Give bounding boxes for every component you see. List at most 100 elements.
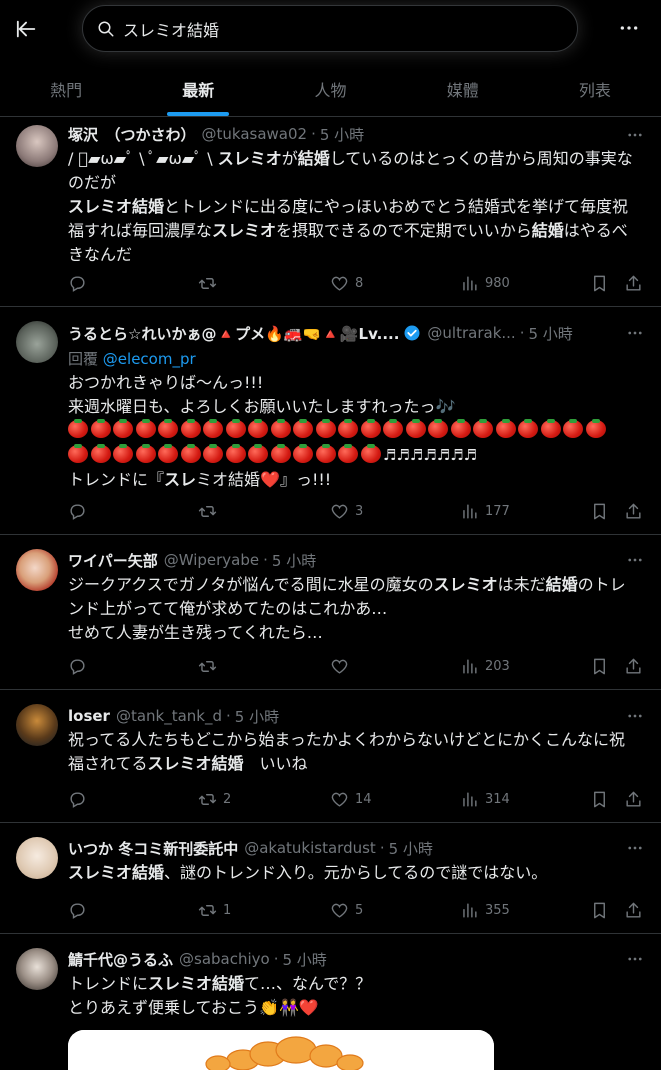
separator-dot: · xyxy=(273,950,279,968)
more-icon[interactable] xyxy=(625,706,645,726)
timestamp[interactable]: 5 小時 xyxy=(283,949,327,970)
reply-button[interactable] xyxy=(68,899,93,921)
avatar[interactable] xyxy=(16,549,58,591)
views-icon xyxy=(463,503,477,519)
tab-latest[interactable]: 最新 xyxy=(132,62,264,116)
views-icon xyxy=(463,658,477,674)
display-name[interactable]: いつか 冬コミ新刊委託中 xyxy=(68,838,238,859)
bookmark-button[interactable] xyxy=(590,655,609,677)
tweet[interactable]: 塚沢 （つかさわ） @tukasawa02 · 5 小時 / ﾟ▰ω▰ﾟ \ ﾟ… xyxy=(0,117,661,307)
tab-lists[interactable]: 列表 xyxy=(529,62,661,116)
retweet-button[interactable]: 2 xyxy=(198,788,231,810)
bookmark-icon xyxy=(594,902,605,918)
more-icon[interactable] xyxy=(625,125,645,145)
reply-button[interactable] xyxy=(68,272,93,294)
views-button[interactable]: 314 xyxy=(460,788,510,810)
tweet[interactable]: 鯖千代@うるふ @sabachiyo · 5 小時 トレンドにスレミオ結婚て…、… xyxy=(0,934,661,1070)
avatar[interactable] xyxy=(16,125,58,167)
views-button[interactable]: 177 xyxy=(460,500,510,522)
share-button[interactable] xyxy=(624,500,643,522)
like-icon xyxy=(331,504,348,519)
share-button[interactable] xyxy=(624,899,643,921)
reply-mention-link[interactable]: @elecom_pr xyxy=(103,350,196,368)
back-arrow-icon[interactable] xyxy=(14,16,40,42)
search-icon xyxy=(98,21,114,36)
retweet-button[interactable]: 1 xyxy=(198,899,231,921)
timestamp[interactable]: 5 小時 xyxy=(320,124,364,145)
avatar[interactable] xyxy=(16,837,58,879)
like-button[interactable]: 5 xyxy=(330,899,363,921)
display-name[interactable]: ワイパー矢部 xyxy=(68,550,158,571)
reply-button[interactable] xyxy=(68,655,93,677)
avatar[interactable] xyxy=(16,321,58,363)
tweet[interactable]: うるとら☆れいかぁ@🔺プメ🔥🚒🤜🔺🎥Lv.... @ultrarak... · … xyxy=(0,307,661,535)
display-name[interactable]: 鯖千代@うるふ xyxy=(68,949,173,970)
retweet-icon xyxy=(198,904,217,916)
timestamp[interactable]: 5 小時 xyxy=(389,838,433,859)
display-name[interactable]: loser xyxy=(68,707,110,725)
retweet-button[interactable] xyxy=(198,500,223,522)
like-button[interactable] xyxy=(330,655,355,677)
like-icon xyxy=(331,903,348,918)
reply-button[interactable] xyxy=(68,788,93,810)
tweet-actions: 3 177 xyxy=(68,500,646,522)
tweet-text: ジークアクスでガノタが悩んでる間に水星の魔女のスレミオは未だ結婚のトレンド上がっ… xyxy=(68,575,626,642)
search-input[interactable] xyxy=(123,19,543,38)
user-handle[interactable]: @tank_tank_d xyxy=(116,707,222,725)
views-button[interactable]: 980 xyxy=(460,272,510,294)
like-button[interactable]: 8 xyxy=(330,272,363,294)
bookmark-icon xyxy=(594,503,605,519)
tweet-header: いつか 冬コミ新刊委託中 @akatukistardust · 5 小時 xyxy=(68,837,645,859)
bookmark-button[interactable] xyxy=(590,272,609,294)
more-icon[interactable] xyxy=(625,949,645,969)
tweet-media-image[interactable] xyxy=(68,1030,494,1070)
tweet[interactable]: loser @tank_tank_d · 5 小時 祝ってる人たちもどこから始ま… xyxy=(0,690,661,823)
search-bar[interactable] xyxy=(82,5,578,52)
user-handle[interactable]: @ultrarak... xyxy=(427,324,515,342)
avatar[interactable] xyxy=(16,948,58,990)
retweet-button[interactable] xyxy=(198,655,223,677)
tweet-actions: 8 980 xyxy=(68,272,646,294)
bookmark-button[interactable] xyxy=(590,899,609,921)
like-button[interactable]: 14 xyxy=(330,788,372,810)
user-handle[interactable]: @tukasawa02 xyxy=(202,125,308,143)
share-button[interactable] xyxy=(624,788,643,810)
more-icon[interactable] xyxy=(619,18,639,38)
retweet-button[interactable] xyxy=(198,272,223,294)
tweet[interactable]: ワイパー矢部 @Wiperyabe · 5 小時 ジークアクスでガノタが悩んでる… xyxy=(0,535,661,690)
share-icon xyxy=(626,791,641,807)
share-button[interactable] xyxy=(624,655,643,677)
views-button[interactable]: 203 xyxy=(460,655,510,677)
user-handle[interactable]: @Wiperyabe xyxy=(164,551,259,569)
separator-dot: · xyxy=(519,324,525,342)
user-handle[interactable]: @sabachiyo xyxy=(179,950,270,968)
like-button[interactable]: 3 xyxy=(330,500,363,522)
bookmark-icon xyxy=(594,275,605,291)
timestamp[interactable]: 5 小時 xyxy=(272,550,316,571)
display-name[interactable]: 塚沢 （つかさわ） xyxy=(68,124,196,145)
more-icon[interactable] xyxy=(625,550,645,570)
tab-top[interactable]: 熱門 xyxy=(0,62,132,116)
tweet-actions: 2 14 314 xyxy=(68,788,646,810)
user-handle[interactable]: @akatukistardust xyxy=(244,839,376,857)
retweet-icon xyxy=(198,277,217,289)
like-icon xyxy=(331,276,348,291)
top-bar: 熱門 最新 人物 媒體 列表 xyxy=(0,0,661,117)
more-icon[interactable] xyxy=(625,838,645,858)
bookmark-button[interactable] xyxy=(590,788,609,810)
display-name[interactable]: うるとら☆れいかぁ@🔺プメ🔥🚒🤜🔺🎥Lv.... xyxy=(68,323,399,344)
tab-people[interactable]: 人物 xyxy=(264,62,396,116)
tab-media[interactable]: 媒體 xyxy=(397,62,529,116)
tweet[interactable]: いつか 冬コミ新刊委託中 @akatukistardust · 5 小時 スレミ… xyxy=(0,823,661,934)
reply-button[interactable] xyxy=(68,500,93,522)
avatar[interactable] xyxy=(16,704,58,746)
separator-dot: · xyxy=(226,707,231,725)
timestamp[interactable]: 5 小時 xyxy=(528,323,572,344)
timestamp[interactable]: 5 小時 xyxy=(235,706,279,727)
separator-dot: · xyxy=(379,839,385,857)
bookmark-button[interactable] xyxy=(590,500,609,522)
tweet-text: 祝ってる人たちもどこから始まったかよくわからないけどとにかくこんなに祝福されてる… xyxy=(68,730,625,773)
more-icon[interactable] xyxy=(625,323,645,343)
share-button[interactable] xyxy=(624,272,643,294)
views-button[interactable]: 355 xyxy=(460,899,510,921)
